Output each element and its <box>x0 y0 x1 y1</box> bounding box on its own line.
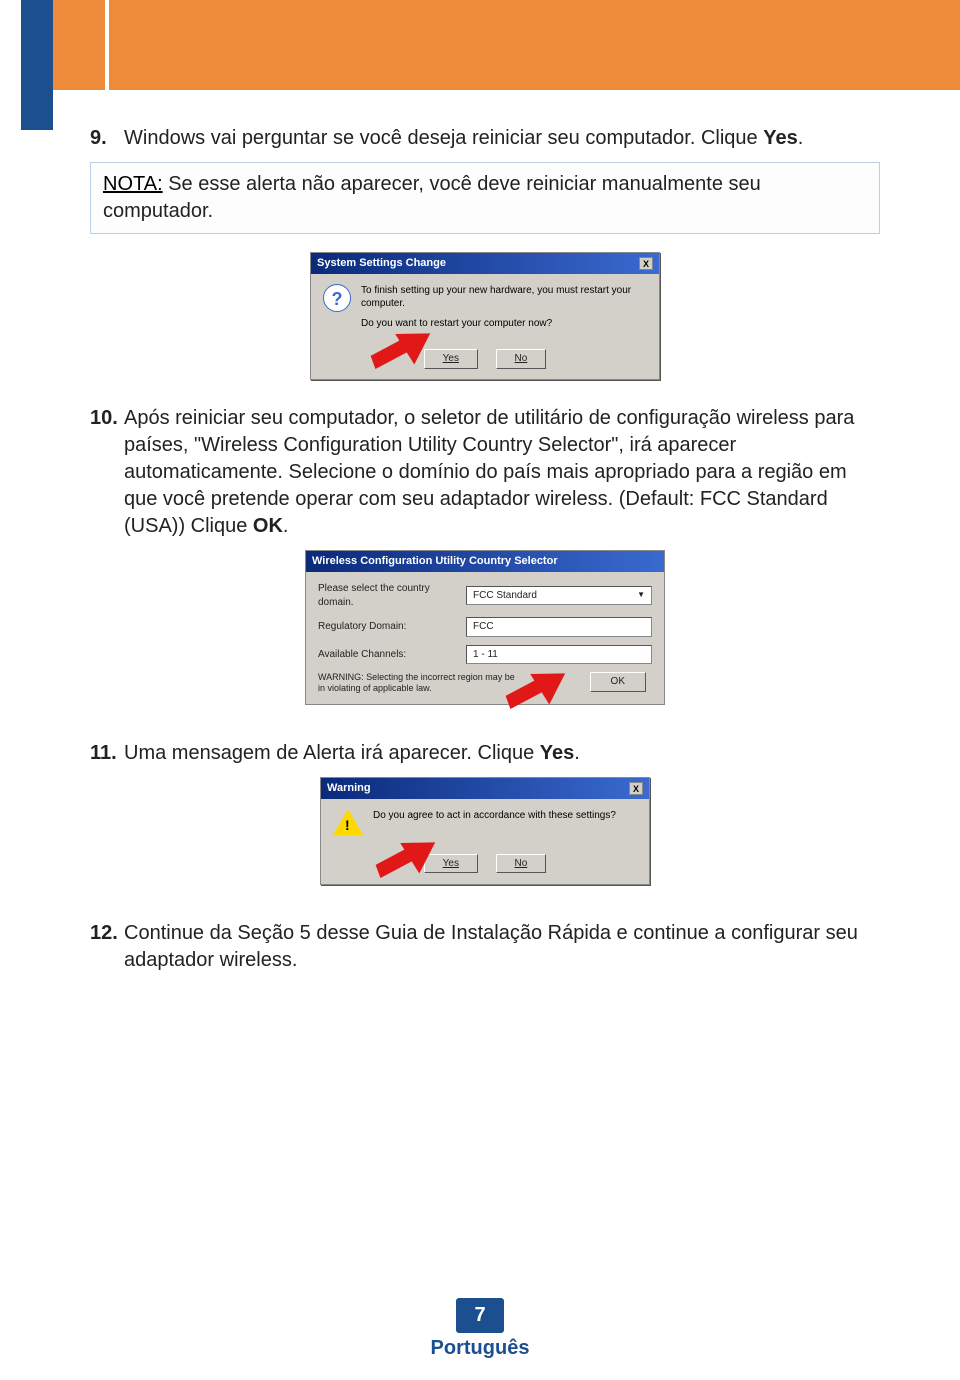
step-text-bold: Yes <box>763 127 797 149</box>
dialog-title: Warning <box>327 781 371 796</box>
header-gap <box>105 0 109 90</box>
step-text: Uma mensagem de Alerta irá aparecer. Cli… <box>124 740 880 767</box>
dialog-titlebar: Warning X <box>321 778 649 799</box>
step-text-a: Uma mensagem de Alerta irá aparecer. Cli… <box>124 742 540 764</box>
warning-text: WARNING: Selecting the incorrect region … <box>318 672 518 694</box>
step-text-c: . <box>574 742 580 764</box>
country-selector-dialog: Wireless Configuration Utility Country S… <box>305 550 665 704</box>
close-icon[interactable]: X <box>629 782 643 795</box>
dialog-titlebar: Wireless Configuration Utility Country S… <box>306 551 664 572</box>
channels-row: Available Channels: 1 - 11 <box>318 645 652 665</box>
step-text-bold: OK <box>253 515 283 537</box>
content: 9. Windows vai perguntar se você deseja … <box>0 90 960 974</box>
question-icon: ? <box>323 284 351 312</box>
channels-value: 1 - 11 <box>473 648 498 662</box>
note-label: NOTA: <box>103 173 163 195</box>
step-11: 11. Uma mensagem de Alerta irá aparecer.… <box>90 740 880 767</box>
chevron-down-icon: ▼ <box>637 590 645 601</box>
country-label: Please select the country domain. <box>318 582 458 609</box>
step-12: 12. Continue da Seção 5 desse Guia de In… <box>90 920 880 974</box>
step-9: 9. Windows vai perguntar se você deseja … <box>90 125 880 152</box>
page: 9. Windows vai perguntar se você deseja … <box>0 0 960 1380</box>
step-text: Windows vai perguntar se você deseja rei… <box>124 125 880 152</box>
warning-dialog: Warning X Do you agree to act in accorda… <box>320 777 650 885</box>
step-text-c: . <box>798 127 804 149</box>
dialog-body: Please select the country domain. FCC St… <box>306 572 664 704</box>
step-10: 10. Após reiniciar seu computador, o sel… <box>90 405 880 540</box>
dialog-button-row: Yes No <box>311 342 659 379</box>
figure-dialog2: Wireless Configuration Utility Country S… <box>90 550 880 704</box>
header-stripe <box>52 0 960 90</box>
warning-icon <box>333 809 363 835</box>
dialog-body: ? To finish setting up your new hardware… <box>311 274 659 343</box>
no-button[interactable]: No <box>496 854 547 874</box>
step-text-a: Após reiniciar seu computador, o seletor… <box>124 407 854 537</box>
footer-language: Português <box>0 1337 960 1360</box>
step-number: 11. <box>90 740 124 767</box>
footer: 7 Português <box>0 1298 960 1360</box>
country-row: Please select the country domain. FCC St… <box>318 582 652 609</box>
note-box: NOTA: Se esse alerta não aparecer, você … <box>90 162 880 234</box>
dialog-text: To finish setting up your new hardware, … <box>361 284 647 331</box>
step-number: 9. <box>90 125 124 152</box>
dialog-titlebar: System Settings Change X <box>311 253 659 274</box>
figure-dialog1: System Settings Change X ? To finish set… <box>90 252 880 380</box>
step-text-a: Continue da Seção 5 desse Guia de Instal… <box>124 922 858 971</box>
system-settings-dialog: System Settings Change X ? To finish set… <box>310 252 660 380</box>
country-dropdown[interactable]: FCC Standard ▼ <box>466 586 652 606</box>
step-text-bold: Yes <box>540 742 574 764</box>
dialog-line1: Do you agree to act in accordance with t… <box>373 809 616 823</box>
dialog-body: Do you agree to act in accordance with t… <box>321 799 649 847</box>
step-number: 12. <box>90 920 124 974</box>
step-text-a: Windows vai perguntar se você deseja rei… <box>124 127 763 149</box>
no-button[interactable]: No <box>496 349 547 369</box>
dialog-title: System Settings Change <box>317 256 446 271</box>
channels-label: Available Channels: <box>318 648 458 662</box>
regulatory-field: FCC <box>466 617 652 637</box>
regulatory-label: Regulatory Domain: <box>318 620 458 634</box>
step-text: Após reiniciar seu computador, o seletor… <box>124 405 880 540</box>
step-text-c: . <box>283 515 289 537</box>
dialog-line1: To finish setting up your new hardware, … <box>361 284 647 311</box>
page-number: 7 <box>456 1298 503 1333</box>
margin-blue-block <box>21 0 53 130</box>
country-value: FCC Standard <box>473 589 537 603</box>
step-text: Continue da Seção 5 desse Guia de Instal… <box>124 920 880 974</box>
close-icon[interactable]: X <box>639 257 653 270</box>
step-number: 10. <box>90 405 124 540</box>
ok-button[interactable]: OK <box>590 672 646 692</box>
dialog-title: Wireless Configuration Utility Country S… <box>312 555 558 567</box>
note-text: Se esse alerta não aparecer, você deve r… <box>103 173 761 222</box>
regulatory-value: FCC <box>473 620 494 634</box>
regulatory-row: Regulatory Domain: FCC <box>318 617 652 637</box>
figure-dialog3: Warning X Do you agree to act in accorda… <box>90 777 880 885</box>
dialog-text: Do you agree to act in accordance with t… <box>373 809 616 835</box>
